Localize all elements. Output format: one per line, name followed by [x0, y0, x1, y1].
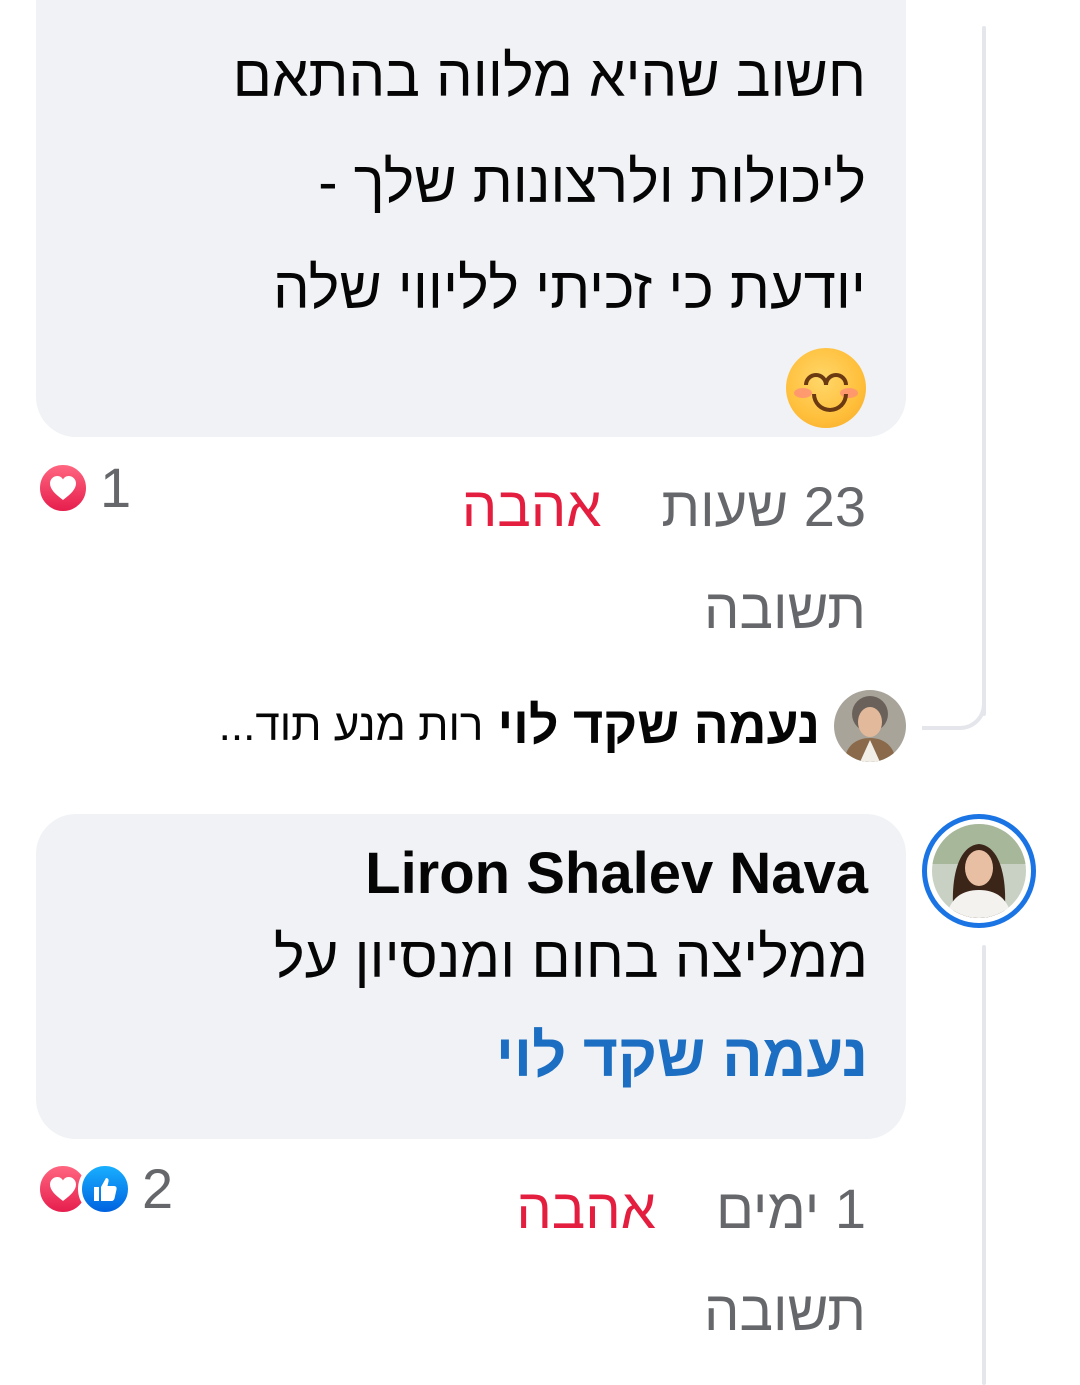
comment-timestamp[interactable]: 23 שעות — [661, 475, 866, 538]
comment-text-line: ליכולות ולרצונות שלך - — [318, 150, 866, 215]
thread-connector-elbow — [922, 680, 986, 730]
comment-actions: 23 שעות אהבה — [462, 474, 866, 539]
love-button[interactable]: אהבה — [462, 475, 602, 538]
thread-connector-line — [982, 26, 986, 716]
comment-text-line: יודעת כי זכיתי לליווי שלה — [273, 256, 866, 321]
reaction-count: 1 — [100, 456, 132, 519]
commenter-avatar[interactable] — [922, 814, 1036, 928]
comment-text-line: ממליצה בחום ומנסיון על — [273, 925, 868, 990]
like-reaction-icon — [78, 1161, 132, 1216]
love-button[interactable]: אהבה — [516, 1177, 656, 1240]
avatar[interactable] — [834, 690, 906, 762]
thread-connector-line — [982, 945, 986, 1385]
reaction-count: 2 — [142, 1157, 174, 1220]
comment-author-name[interactable]: Liron Shalev Nava — [76, 842, 868, 906]
love-reaction-icon — [36, 460, 90, 515]
reactions-summary[interactable]: 1 — [36, 455, 131, 520]
comment-text-line: חשוב שהיא מלווה בהתאם — [232, 44, 866, 109]
comment-timestamp[interactable]: 1 ימים — [716, 1177, 866, 1240]
reply-author-name[interactable]: נעמה שקד לוי — [497, 696, 820, 756]
comment-bubble[interactable]: חשוב שהיא מלווה בהתאם ליכולות ולרצונות ש… — [36, 0, 906, 437]
comment-actions: 1 ימים אהבה — [516, 1176, 866, 1241]
replies-preview[interactable]: נעמה שקד לוי רות מנע תוד... — [219, 690, 906, 762]
reply-button[interactable]: תשובה — [704, 1278, 866, 1343]
blush-emoji-icon — [786, 348, 866, 428]
comment-bubble[interactable]: Liron Shalev Nava ממליצה בחום ומנסיון על… — [36, 814, 906, 1139]
reply-button[interactable]: תשובה — [704, 576, 866, 641]
mention-link[interactable]: נעמה שקד לוי — [76, 1010, 868, 1102]
reply-preview-text: רות מנע תוד... — [218, 701, 484, 750]
reactions-summary[interactable]: 2 — [36, 1156, 173, 1221]
